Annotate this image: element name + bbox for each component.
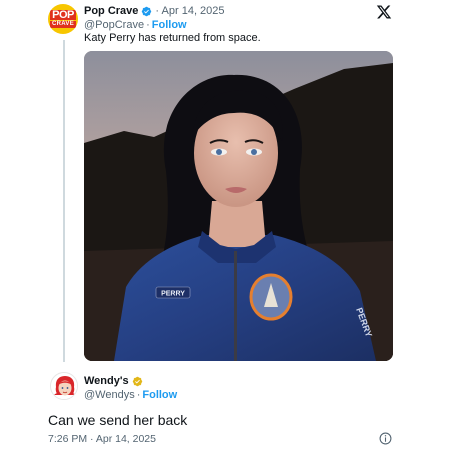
right-eye xyxy=(251,149,257,155)
info-icon[interactable] xyxy=(379,432,392,445)
name-tag-text: PERRY xyxy=(161,291,185,298)
reply-follow-button[interactable]: Follow xyxy=(142,388,177,402)
author-handle[interactable]: @PopCrave xyxy=(84,18,144,32)
separator-dot: · xyxy=(146,19,150,31)
x-logo-icon[interactable] xyxy=(376,4,392,20)
avatar-logo-bottom: CRAVE xyxy=(49,21,77,28)
reply-author-handle[interactable]: @Wendys xyxy=(84,388,135,402)
reply-header: Wendy's @Wendys · Follow xyxy=(84,374,177,402)
left-eye xyxy=(216,149,222,155)
tweet-photo[interactable]: PERRY PERRY xyxy=(84,51,393,361)
author-name[interactable]: Pop Crave xyxy=(84,4,138,18)
tweet-date[interactable]: · Apr 14, 2025 xyxy=(155,4,224,18)
tweet-header: Pop Crave · Apr 14, 2025 @PopCrave · Fol… xyxy=(84,4,225,32)
suit-zipper xyxy=(234,251,237,361)
follow-button[interactable]: Follow xyxy=(152,18,187,32)
separator-dot: · xyxy=(136,389,141,401)
neck xyxy=(208,201,266,247)
tweet-screenshot: POP CRAVE Pop Crave · Apr 14, 2025 @PopC… xyxy=(0,0,450,450)
avatar-logo-top: POP xyxy=(50,9,76,21)
verified-badge-icon xyxy=(142,6,152,16)
tweet-text: Katy Perry has returned from space. xyxy=(84,32,261,44)
photo-illustration: PERRY PERRY xyxy=(84,51,393,361)
wendys-logo-icon xyxy=(51,373,77,399)
reply-timestamp[interactable]: 7:26 PM · Apr 14, 2025 xyxy=(48,432,156,446)
popcrave-avatar[interactable]: POP CRAVE xyxy=(48,4,78,34)
reply-text: Can we send her back xyxy=(48,412,188,428)
gold-verified-badge-icon xyxy=(132,376,142,386)
wendys-avatar[interactable] xyxy=(50,372,78,400)
thread-connector-line xyxy=(63,40,65,362)
reply-author-name[interactable]: Wendy's xyxy=(84,374,129,388)
